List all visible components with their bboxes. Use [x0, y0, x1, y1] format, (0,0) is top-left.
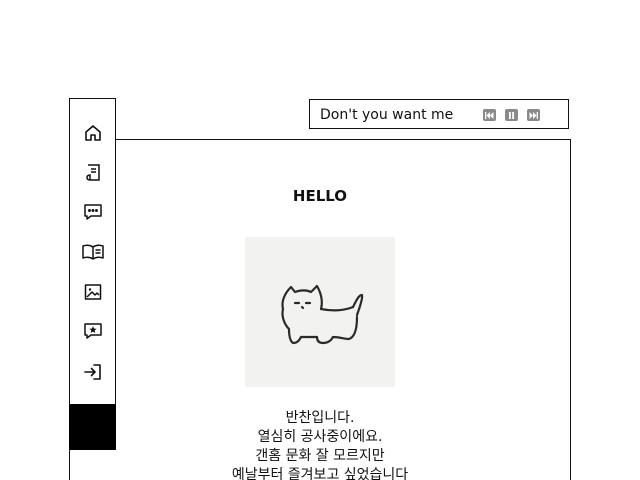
cat-drawing [245, 237, 395, 387]
login-icon[interactable] [82, 361, 104, 383]
guestbook-icon[interactable] [82, 162, 104, 184]
home-icon[interactable] [82, 122, 104, 144]
pause-icon[interactable] [505, 109, 518, 121]
sidebar-nav [69, 98, 116, 450]
next-icon[interactable] [527, 109, 540, 121]
music-player: Don't you want me ( [309, 99, 569, 129]
page: Don't you want me ( HELLO 반찬입니다. 열심히 공사중… [0, 0, 640, 480]
book-icon[interactable] [82, 241, 104, 263]
chat-icon[interactable] [82, 201, 104, 223]
intro-line: 예날부터 즐겨보고 싶었습니다 [231, 467, 409, 480]
song-title: Don't you want me ( [320, 107, 456, 123]
gallery-icon[interactable] [82, 281, 104, 303]
favorites-icon[interactable] [82, 320, 104, 342]
nav-block [69, 404, 116, 450]
previous-icon[interactable] [483, 109, 496, 121]
